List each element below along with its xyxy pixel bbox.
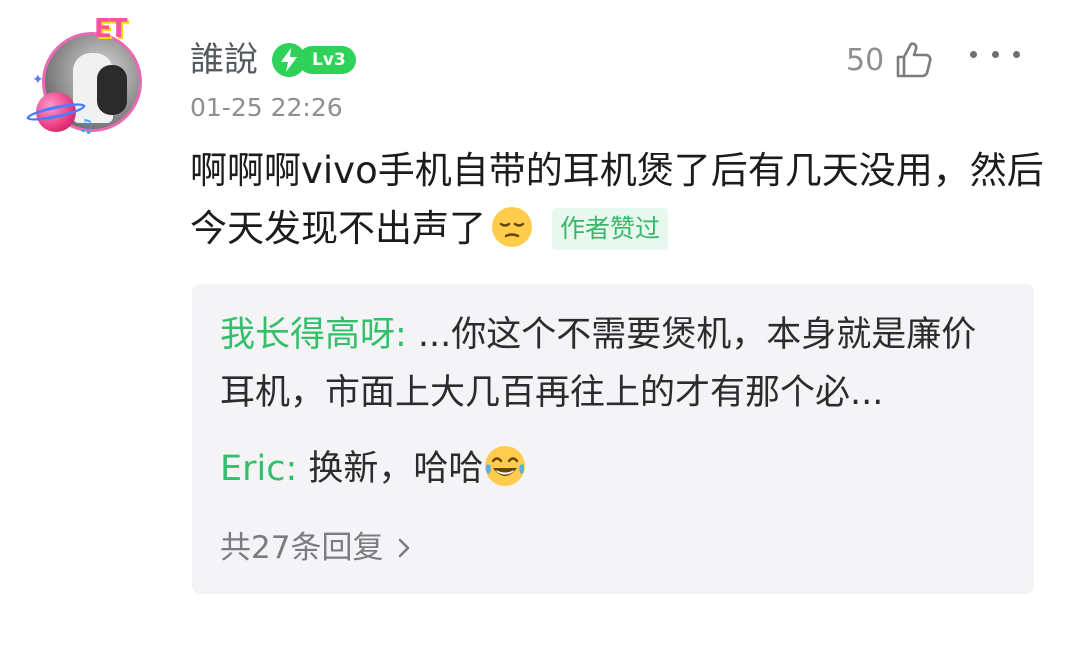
avatar[interactable]: ET ✦ ♫ bbox=[25, 14, 146, 138]
reply-item[interactable]: Eric: 换新，哈哈 bbox=[220, 440, 1010, 498]
star-icon: ✦ bbox=[32, 72, 44, 88]
dot bbox=[1013, 50, 1020, 58]
comment-body: 啊啊啊vivo手机自带的耳机煲了后有几天没用，然后今天发现不出声了 作者赞过 bbox=[190, 142, 1050, 258]
reply-text: 换新，哈哈 bbox=[297, 449, 484, 489]
more-dots-icon[interactable] bbox=[970, 44, 1020, 64]
dot bbox=[991, 50, 999, 58]
level-badge: Lv3 bbox=[272, 43, 356, 77]
music-note-icon: ♫ bbox=[78, 116, 95, 137]
reply-author[interactable]: Eric: bbox=[220, 449, 297, 489]
more-replies-label: 共27条回复 bbox=[220, 530, 384, 566]
like-count: 50 bbox=[846, 42, 885, 78]
like-button[interactable]: 50 bbox=[846, 36, 934, 84]
thumbs-up-icon bbox=[896, 42, 932, 78]
view-more-replies-link[interactable]: 共27条回复 bbox=[220, 526, 411, 570]
level-label: Lv3 bbox=[298, 46, 356, 74]
chevron-right-icon bbox=[399, 538, 410, 558]
laughing-tears-emoji bbox=[485, 446, 526, 486]
comment-card: ET ✦ ♫ 誰說 Lv3 01-25 22:26 50 啊啊啊vivo手机自带… bbox=[0, 0, 1080, 648]
lightning-icon bbox=[272, 43, 306, 77]
comment-timestamp: 01-25 22:26 bbox=[190, 93, 343, 122]
dot bbox=[970, 50, 977, 58]
replies-box[interactable]: 我长得高呀: ...你这个不需要煲机，本身就是廉价耳机，市面上大几百再往上的才有… bbox=[192, 284, 1034, 594]
avatar-figure-dark bbox=[97, 65, 127, 115]
reply-item[interactable]: 我长得高呀: ...你这个不需要煲机，本身就是廉价耳机，市面上大几百再往上的才有… bbox=[220, 306, 1010, 422]
reply-author[interactable]: 我长得高呀: bbox=[220, 315, 407, 355]
username[interactable]: 誰說 bbox=[190, 38, 258, 82]
pensive-face-emoji bbox=[492, 207, 532, 247]
avatar-frame-badge: ET bbox=[94, 14, 127, 44]
author-liked-badge: 作者赞过 bbox=[552, 208, 669, 250]
